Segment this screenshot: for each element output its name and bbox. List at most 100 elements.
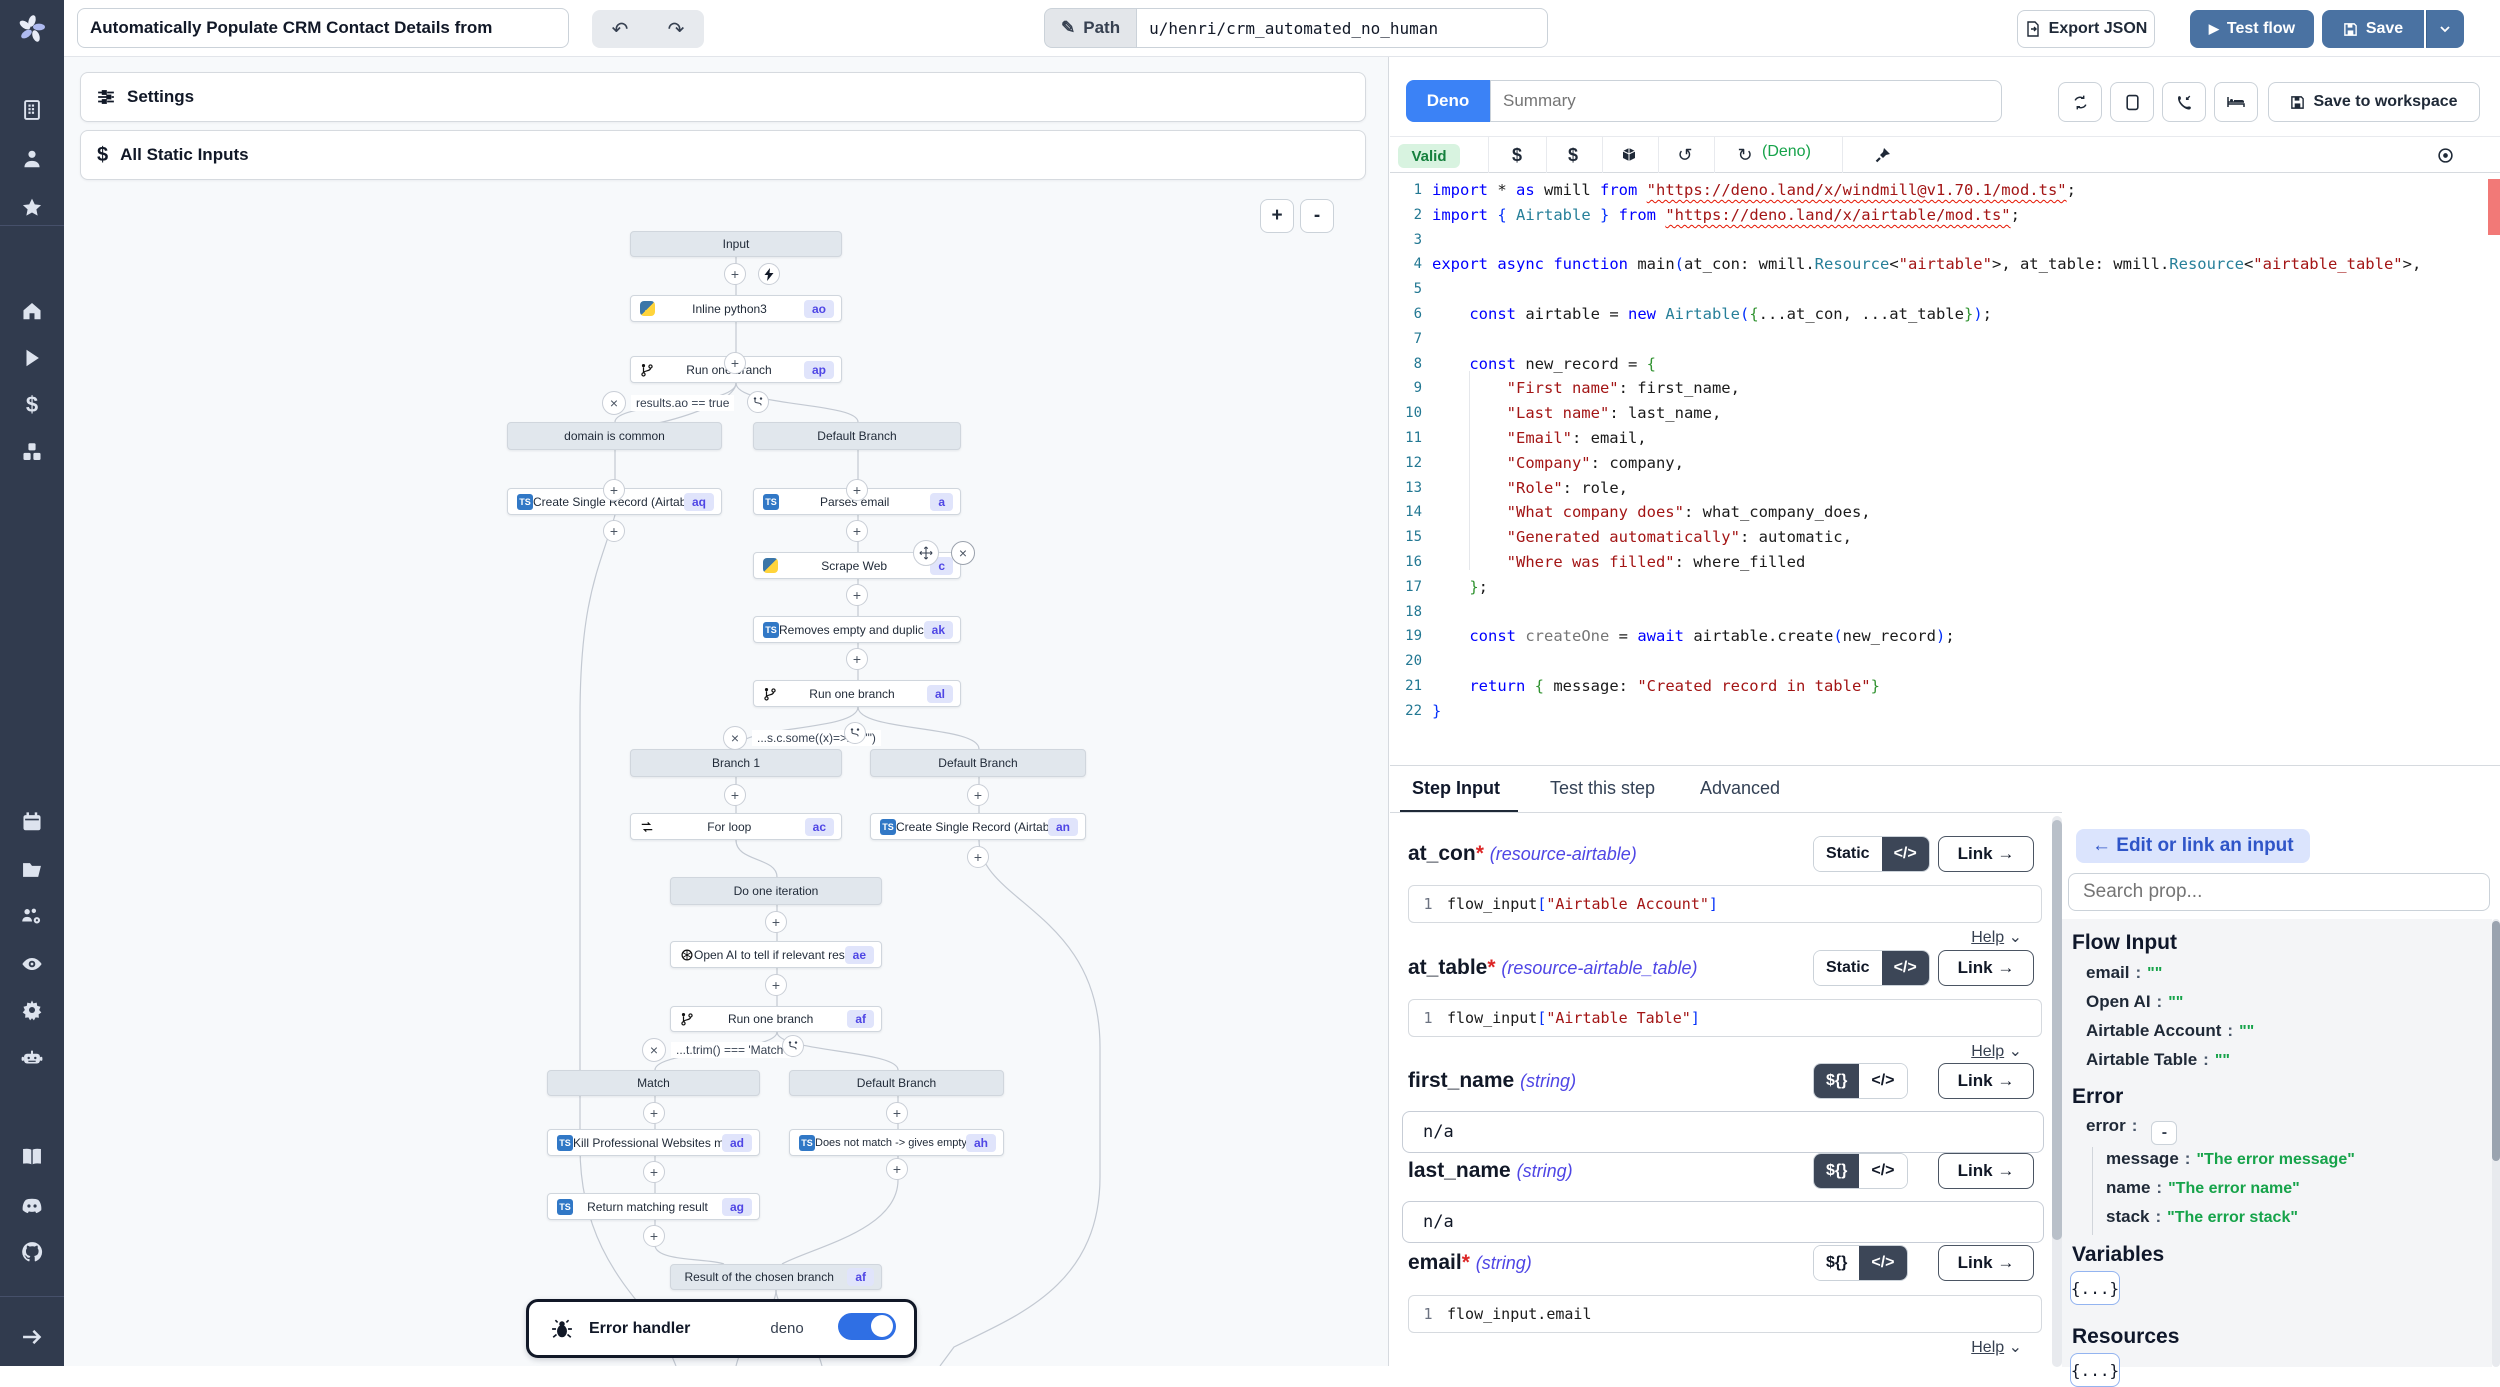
add-step-button[interactable]: + bbox=[967, 846, 989, 868]
first_name-mode-toggle[interactable]: ${}</> bbox=[1813, 1063, 1908, 1099]
at_table-help-link[interactable]: Help ⌄ bbox=[1971, 1041, 2022, 1061]
redo-button[interactable]: ↷ bbox=[648, 10, 704, 48]
flow-node-run-one-branch-af[interactable]: Run one branchaf bbox=[670, 1006, 882, 1032]
error-handler-node[interactable]: Error handler deno bbox=[526, 1299, 917, 1358]
prop-row-error-message[interactable]: message:"The error message" bbox=[2106, 1149, 2355, 1169]
summary-input[interactable] bbox=[1490, 80, 2002, 122]
flow-node-kill-professional-websites[interactable]: TSKill Professional Websites mentionsad bbox=[547, 1129, 760, 1156]
first_name-link-button[interactable]: Link → bbox=[1938, 1063, 2034, 1099]
add-step-button[interactable]: + bbox=[603, 520, 625, 542]
test-flow-button[interactable]: ▶ Test flow bbox=[2190, 10, 2314, 48]
flow-node-input[interactable]: Input bbox=[630, 231, 842, 257]
email-expression[interactable]: 1flow_input.email bbox=[1408, 1295, 2042, 1333]
sidebar-item-docs[interactable] bbox=[0, 1139, 64, 1175]
flow-node-return-matching-result[interactable]: TSReturn matching resultag bbox=[547, 1193, 760, 1220]
sidebar-expand-button[interactable] bbox=[0, 1319, 64, 1355]
last_name-input[interactable] bbox=[1403, 1202, 2043, 1242]
path-button[interactable]: ✎ Path bbox=[1044, 8, 1136, 48]
inspector-scrollbar[interactable] bbox=[2492, 919, 2500, 1367]
collapse-button[interactable]: - bbox=[2151, 1121, 2177, 1145]
add-step-button[interactable]: + bbox=[724, 352, 746, 374]
flow-node-run-one-branch-al[interactable]: Run one branchal bbox=[753, 680, 961, 707]
at_con-expression[interactable]: 1flow_input["Airtable Account"] bbox=[1408, 885, 2042, 923]
zoom-out-button[interactable]: - bbox=[1300, 199, 1334, 233]
assistant-call-button[interactable] bbox=[2162, 82, 2206, 122]
add-branch-button[interactable] bbox=[844, 722, 866, 744]
tab-test-this-step[interactable]: Test this step bbox=[1550, 778, 1655, 799]
branch-condition-label[interactable]: results.ao == true bbox=[631, 395, 734, 411]
sidebar-item-favorites[interactable] bbox=[0, 190, 64, 226]
all-static-inputs-button[interactable]: $ All Static Inputs bbox=[80, 130, 1366, 180]
search-prop-input[interactable] bbox=[2068, 873, 2490, 911]
fullscreen-button[interactable] bbox=[2110, 82, 2154, 122]
at_table-link-button[interactable]: Link → bbox=[1938, 950, 2034, 986]
save-dropdown-button[interactable] bbox=[2426, 10, 2464, 48]
step-panel-scrollbar[interactable] bbox=[2052, 816, 2062, 1367]
save-button[interactable]: Save bbox=[2322, 10, 2424, 48]
add-step-button[interactable]: + bbox=[846, 479, 868, 501]
flow-title-input[interactable] bbox=[77, 8, 569, 48]
toggle-template[interactable]: ${} bbox=[1814, 1064, 1859, 1098]
at_con-help-link[interactable]: Help ⌄ bbox=[1971, 927, 2022, 947]
variables-object-chip[interactable]: {...} bbox=[2070, 1271, 2120, 1305]
email-mode-toggle[interactable]: ${}</> bbox=[1813, 1245, 1908, 1281]
flow-node-does-not-match[interactable]: TSDoes not match -> gives empty valueah bbox=[789, 1129, 1004, 1156]
flow-branch-default-1[interactable]: Default Branch bbox=[753, 422, 961, 450]
remove-branch-button[interactable]: × bbox=[723, 726, 747, 750]
sidebar-item-home[interactable] bbox=[0, 293, 64, 329]
reset-icon[interactable]: ↺ bbox=[1670, 141, 1700, 169]
add-step-button[interactable]: + bbox=[724, 263, 746, 285]
email-link-button[interactable]: Link → bbox=[1938, 1245, 2034, 1281]
add-step-button[interactable]: + bbox=[603, 479, 625, 501]
sidebar-item-resources[interactable] bbox=[0, 434, 64, 470]
flow-branch-default-3[interactable]: Default Branch bbox=[789, 1070, 1004, 1096]
flow-branch-match[interactable]: Match bbox=[547, 1070, 760, 1096]
last_name-link-button[interactable]: Link → bbox=[1938, 1153, 2034, 1189]
sidebar-item-variables[interactable]: $ bbox=[0, 387, 64, 423]
add-step-button[interactable]: + bbox=[846, 648, 868, 670]
toggle-static[interactable]: Static bbox=[1814, 951, 1882, 985]
branch-condition-label[interactable]: ...t.trim() === 'Match' bbox=[671, 1042, 791, 1058]
sidebar-item-folders[interactable] bbox=[0, 852, 64, 888]
windmill-logo[interactable] bbox=[0, 0, 64, 57]
add-step-button[interactable]: + bbox=[765, 911, 787, 933]
email-help-link[interactable]: Help ⌄ bbox=[1971, 1337, 2022, 1357]
zoom-in-button[interactable]: + bbox=[1260, 199, 1294, 233]
save-to-workspace-button[interactable]: Save to workspace bbox=[2268, 82, 2480, 122]
toggle-code-icon[interactable]: </> bbox=[1882, 951, 1929, 985]
undo-button[interactable]: ↶ bbox=[592, 10, 648, 48]
at_con-mode-toggle[interactable]: Static</> bbox=[1813, 836, 1930, 872]
sidebar-item-schedules[interactable] bbox=[0, 804, 64, 840]
error-handler-toggle[interactable] bbox=[838, 1313, 896, 1340]
toggle-code-icon[interactable]: </> bbox=[1859, 1246, 1906, 1280]
sidebar-item-github[interactable] bbox=[0, 1234, 64, 1270]
remove-branch-button[interactable]: × bbox=[642, 1038, 666, 1062]
prop-row-error-name[interactable]: name:"The error name" bbox=[2106, 1178, 2300, 1198]
flow-settings-button[interactable]: Settings bbox=[80, 72, 1366, 122]
delete-node-button[interactable]: × bbox=[951, 541, 975, 565]
sidebar-item-audit[interactable] bbox=[0, 946, 64, 982]
add-step-button[interactable]: + bbox=[643, 1102, 665, 1124]
export-json-button[interactable]: Export JSON bbox=[2017, 10, 2155, 48]
at_table-mode-toggle[interactable]: Static</> bbox=[1813, 950, 1930, 986]
toggle-static[interactable]: Static bbox=[1814, 837, 1882, 871]
sleep-button[interactable] bbox=[2214, 82, 2258, 122]
add-branch-button[interactable] bbox=[782, 1035, 804, 1057]
add-step-button[interactable]: + bbox=[967, 784, 989, 806]
at_table-expression[interactable]: 1flow_input["Airtable Table"] bbox=[1408, 999, 2042, 1037]
prop-row-airtable-table[interactable]: Airtable Table:"" bbox=[2086, 1050, 2230, 1070]
path-input[interactable] bbox=[1136, 8, 1548, 48]
prop-row-error-stack[interactable]: stack:"The error stack" bbox=[2106, 1207, 2298, 1227]
dollar-icon-2[interactable]: $ bbox=[1558, 141, 1588, 169]
flow-node-result-chosen-branch[interactable]: Result of the chosen branchaf bbox=[670, 1264, 882, 1290]
add-step-button[interactable]: + bbox=[724, 784, 746, 806]
flow-branch-default-2[interactable]: Default Branch bbox=[870, 749, 1086, 777]
sidebar-item-settings[interactable] bbox=[0, 992, 64, 1028]
add-step-button[interactable]: + bbox=[765, 974, 787, 996]
editor-settings-eye-icon[interactable] bbox=[2430, 141, 2460, 169]
first_name-input[interactable] bbox=[1403, 1112, 2043, 1152]
toggle-code-icon[interactable]: </> bbox=[1859, 1154, 1906, 1188]
sidebar-item-profile[interactable] bbox=[0, 141, 64, 177]
prop-row-error[interactable]: error:- bbox=[2086, 1116, 2177, 1145]
package-icon[interactable] bbox=[1614, 141, 1644, 169]
